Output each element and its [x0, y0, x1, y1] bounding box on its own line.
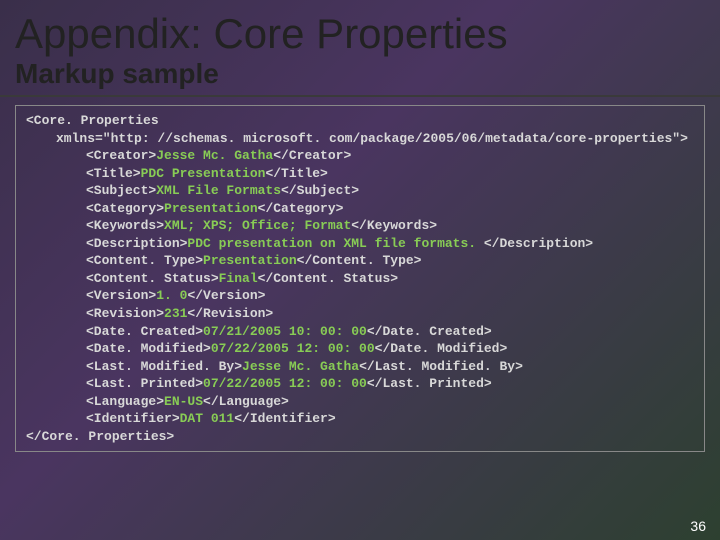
xml-close-tag: </Description>	[484, 236, 593, 251]
xml-value: Jesse Mc. Gatha	[242, 359, 359, 374]
xml-value: 07/21/2005 10: 00: 00	[203, 324, 367, 339]
code-line: <Identifier>DAT 011</Identifier>	[26, 410, 694, 428]
xml-open-tag: <Language>	[86, 394, 164, 409]
xml-close-tag: </Version>	[187, 288, 265, 303]
slide-title: Appendix: Core Properties	[0, 0, 720, 58]
xml-open-tag: <Last. Printed>	[86, 376, 203, 391]
code-line: <Content. Type>Presentation</Content. Ty…	[26, 252, 694, 270]
code-line: <Content. Status>Final</Content. Status>	[26, 270, 694, 288]
slide-subtitle: Markup sample	[0, 58, 720, 97]
xml-open-tag: <Date. Created>	[86, 324, 203, 339]
xml-open-tag: <Category>	[86, 201, 164, 216]
code-line: <Subject>XML File Formats</Subject>	[26, 182, 694, 200]
xml-value: XML File Formats	[156, 183, 281, 198]
code-root-open: <Core. Properties	[26, 112, 694, 130]
xml-open-tag: <Keywords>	[86, 218, 164, 233]
code-line: <Version>1. 0</Version>	[26, 287, 694, 305]
xml-open-tag: <Description>	[86, 236, 187, 251]
xml-close-tag: </Identifier>	[234, 411, 335, 426]
code-line: <Description>PDC presentation on XML fil…	[26, 235, 694, 253]
xml-close-tag: </Title>	[265, 166, 327, 181]
xml-close-tag: </Last. Modified. By>	[359, 359, 523, 374]
code-line: <Last. Printed>07/22/2005 12: 00: 00</La…	[26, 375, 694, 393]
xml-open-tag: <Date. Modified>	[86, 341, 211, 356]
xml-value: DAT 011	[180, 411, 235, 426]
code-line: <Date. Created>07/21/2005 10: 00: 00</Da…	[26, 323, 694, 341]
xml-close-tag: </Content. Type>	[297, 253, 422, 268]
xml-close-tag: </Language>	[203, 394, 289, 409]
page-number: 36	[690, 518, 706, 534]
xml-close-tag: </Keywords>	[351, 218, 437, 233]
code-line: <Last. Modified. By>Jesse Mc. Gatha</Las…	[26, 358, 694, 376]
xml-open-tag: <Version>	[86, 288, 156, 303]
code-line: <Date. Modified>07/22/2005 12: 00: 00</D…	[26, 340, 694, 358]
xml-value: Presentation	[203, 253, 297, 268]
xml-close-tag: </Category>	[258, 201, 344, 216]
code-line: <Title>PDC Presentation</Title>	[26, 165, 694, 183]
xml-open-tag: <Last. Modified. By>	[86, 359, 242, 374]
xml-open-tag: <Title>	[86, 166, 141, 181]
code-line: <Creator>Jesse Mc. Gatha</Creator>	[26, 147, 694, 165]
code-line: <Language>EN-US</Language>	[26, 393, 694, 411]
xml-value: EN-US	[164, 394, 203, 409]
xml-value: Jesse Mc. Gatha	[156, 148, 273, 163]
xml-open-tag: <Content. Status>	[86, 271, 219, 286]
xml-close-tag: </Last. Printed>	[367, 376, 492, 391]
code-line: <Keywords>XML; XPS; Office; Format</Keyw…	[26, 217, 694, 235]
xml-value: Presentation	[164, 201, 258, 216]
code-root-close: </Core. Properties>	[26, 428, 694, 446]
xml-open-tag: <Subject>	[86, 183, 156, 198]
xml-close-tag: </Creator>	[273, 148, 351, 163]
xml-open-tag: <Creator>	[86, 148, 156, 163]
xml-value: PDC presentation on XML file formats.	[187, 236, 483, 251]
code-xmlns: xmlns="http: //schemas. microsoft. com/p…	[26, 130, 694, 148]
xml-open-tag: <Identifier>	[86, 411, 180, 426]
code-line: <Revision>231</Revision>	[26, 305, 694, 323]
xml-value: PDC Presentation	[141, 166, 266, 181]
xml-value: Final	[219, 271, 258, 286]
code-line: <Category>Presentation</Category>	[26, 200, 694, 218]
xml-close-tag: </Date. Created>	[367, 324, 492, 339]
xml-value: 1. 0	[156, 288, 187, 303]
xml-open-tag: <Revision>	[86, 306, 164, 321]
xml-close-tag: </Date. Modified>	[375, 341, 508, 356]
xml-value: 231	[164, 306, 187, 321]
xml-open-tag: <Content. Type>	[86, 253, 203, 268]
xml-close-tag: </Content. Status>	[258, 271, 398, 286]
code-block: <Core. Properties xmlns="http: //schemas…	[15, 105, 705, 452]
xml-value: XML; XPS; Office; Format	[164, 218, 351, 233]
xml-value: 07/22/2005 12: 00: 00	[211, 341, 375, 356]
xml-close-tag: </Revision>	[187, 306, 273, 321]
xml-value: 07/22/2005 12: 00: 00	[203, 376, 367, 391]
xml-close-tag: </Subject>	[281, 183, 359, 198]
